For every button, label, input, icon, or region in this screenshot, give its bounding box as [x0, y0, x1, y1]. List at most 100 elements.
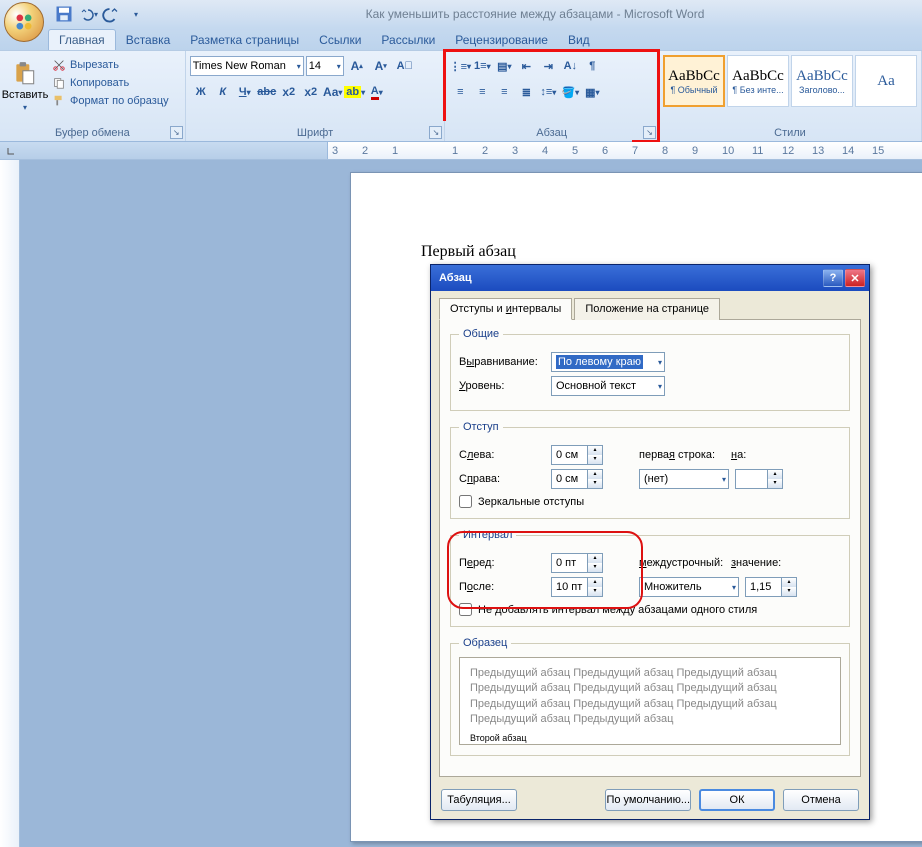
font-launcher[interactable]: ↘	[429, 126, 442, 139]
multilevel-button[interactable]: ▤▾	[493, 55, 515, 77]
dialog-titlebar[interactable]: Абзац ? ✕	[431, 265, 869, 291]
tab-view[interactable]: Вид	[558, 30, 600, 50]
alignment-combo[interactable]: По левому краю▾	[551, 352, 665, 372]
line-spacing-combo[interactable]: Множитель▾	[639, 577, 739, 597]
special-by-spinner[interactable]: ▴▾	[735, 469, 783, 489]
change-case-button[interactable]: Aa▾	[322, 81, 344, 103]
justify-button[interactable]: ≣	[515, 81, 537, 103]
tab-insert[interactable]: Вставка	[116, 30, 181, 50]
paste-button[interactable]: Вставить ▾	[4, 53, 46, 119]
format-painter-button[interactable]: Формат по образцу	[50, 93, 171, 109]
default-button[interactable]: По умолчанию...	[605, 789, 691, 811]
sort-icon: A↓	[564, 60, 577, 72]
line-at-spinner[interactable]: 1,15▴▾	[745, 577, 797, 597]
style-no-spacing[interactable]: AaBbCc¶ Без инте...	[727, 55, 789, 107]
numbering-button[interactable]: 1≡▾	[471, 55, 493, 77]
border-icon: ▦	[585, 86, 595, 99]
ok-button[interactable]: ОК	[699, 789, 775, 811]
title-bar: ▾ ▾ Как уменьшить расстояние между абзац…	[0, 0, 922, 28]
shrink-font-button[interactable]: A▾	[370, 55, 392, 77]
superscript-button[interactable]: x2	[300, 81, 322, 103]
indent-right-spinner[interactable]: 0 см▴▾	[551, 469, 603, 489]
clear-formatting-button[interactable]: A⃠	[394, 55, 416, 77]
mirror-indents-checkbox[interactable]: Зеркальные отступы	[459, 495, 841, 508]
qat-undo[interactable]: ▾	[78, 4, 98, 24]
first-line-label: первая строка:	[639, 449, 725, 461]
ribbon-tabs: Главная Вставка Разметка страницы Ссылки…	[0, 28, 922, 50]
dialog-title: Абзац	[439, 272, 472, 284]
qat-redo[interactable]	[102, 4, 122, 24]
style-more[interactable]: Aa	[855, 55, 917, 107]
tab-indents-spacing[interactable]: Отступы и интервалы	[439, 298, 572, 320]
tab-review[interactable]: Рецензирование	[445, 30, 558, 50]
tab-home[interactable]: Главная	[48, 29, 116, 50]
subscript-button[interactable]: x2	[278, 81, 300, 103]
style-normal[interactable]: AaBbCc¶ Обычный	[663, 55, 725, 107]
close-button[interactable]: ✕	[845, 269, 865, 287]
dialog-button-row: Табуляция... По умолчанию... ОК Отмена	[431, 781, 869, 819]
fieldset-indent: Отступ Слева: 0 см▴▾ первая строка: на: …	[450, 421, 850, 519]
fieldset-general: Общие Выравнивание: По левому краю▾ Уров…	[450, 328, 850, 411]
italic-button[interactable]: К	[212, 81, 234, 103]
clipboard-launcher[interactable]: ↘	[170, 126, 183, 139]
window-title: Как уменьшить расстояние между абзацами …	[148, 7, 922, 21]
tab-stop-icon	[6, 146, 16, 156]
cut-button[interactable]: Вырезать	[50, 57, 171, 73]
style-heading1[interactable]: AaBbCcЗаголово...	[791, 55, 853, 107]
tab-selector[interactable]	[0, 142, 328, 159]
line-spacing-button[interactable]: ↕≡▾	[537, 81, 559, 103]
space-before-spinner[interactable]: 0 пт▴▾	[551, 553, 603, 573]
grow-font-button[interactable]: A▴	[346, 55, 368, 77]
help-icon: ?	[830, 272, 837, 284]
office-button[interactable]	[4, 2, 44, 42]
brush-icon	[52, 94, 66, 108]
align-center-button[interactable]: ≡	[471, 81, 493, 103]
paragraph-launcher[interactable]: ↘	[643, 126, 656, 139]
space-after-spinner[interactable]: 10 пт▴▾	[551, 577, 603, 597]
indent-left-spinner[interactable]: 0 см▴▾	[551, 445, 603, 465]
indent-left-label: Слева:	[459, 449, 545, 461]
no-space-same-style-checkbox[interactable]: Не добавлять интервал между абзацами одн…	[459, 603, 841, 616]
tab-line-breaks[interactable]: Положение на странице	[574, 298, 720, 320]
borders-button[interactable]: ▦▾	[581, 81, 603, 103]
numbering-icon: 1≡	[474, 60, 487, 72]
bullets-button[interactable]: ⋮≡▾	[449, 55, 471, 77]
outline-level-combo[interactable]: Основной текст▾	[551, 376, 665, 396]
tab-page-layout[interactable]: Разметка страницы	[180, 30, 309, 50]
strike-button[interactable]: abc	[256, 81, 278, 103]
shading-button[interactable]: 🪣▾	[559, 81, 581, 103]
bucket-icon: 🪣	[561, 86, 575, 99]
align-left-button[interactable]: ≡	[449, 81, 471, 103]
bold-button[interactable]: Ж	[190, 81, 212, 103]
qat-customize[interactable]: ▾	[126, 4, 146, 24]
copy-button[interactable]: Копировать	[50, 75, 171, 91]
redo-icon	[102, 4, 122, 24]
font-family-combo[interactable]: Times New Roman▾	[190, 56, 304, 76]
tab-references[interactable]: Ссылки	[309, 30, 371, 50]
show-marks-button[interactable]: ¶	[581, 55, 603, 77]
special-indent-combo[interactable]: (нет)▾	[639, 469, 729, 489]
by-label: на:	[731, 449, 779, 461]
decrease-indent-button[interactable]: ⇤	[515, 55, 537, 77]
highlight-button[interactable]: ab▾	[344, 81, 366, 103]
font-color-button[interactable]: A▾	[366, 81, 388, 103]
tab-mailings[interactable]: Рассылки	[371, 30, 445, 50]
font-size-combo[interactable]: 14▾	[306, 56, 344, 76]
qat-save[interactable]	[54, 4, 74, 24]
line-spacing-icon: ↕≡	[540, 86, 552, 98]
increase-indent-button[interactable]: ⇥	[537, 55, 559, 77]
paragraph-dialog: Абзац ? ✕ Отступы и интервалы Положение …	[430, 264, 870, 820]
align-right-icon: ≡	[501, 86, 507, 98]
underline-button[interactable]: Ч▾	[234, 81, 256, 103]
bullets-icon: ⋮≡	[450, 60, 467, 73]
cancel-button[interactable]: Отмена	[783, 789, 859, 811]
close-icon: ✕	[850, 272, 859, 285]
sort-button[interactable]: A↓	[559, 55, 581, 77]
align-right-button[interactable]: ≡	[493, 81, 515, 103]
help-button[interactable]: ?	[823, 269, 843, 287]
tabs-button[interactable]: Табуляция...	[441, 789, 517, 811]
vertical-ruler[interactable]	[0, 160, 20, 847]
group-clipboard: Вставить ▾ Вырезать Копировать Формат по…	[0, 51, 186, 141]
legend-preview: Образец	[459, 637, 511, 649]
horizontal-ruler[interactable]: 321 123 456 789 101112 131415	[328, 142, 922, 159]
